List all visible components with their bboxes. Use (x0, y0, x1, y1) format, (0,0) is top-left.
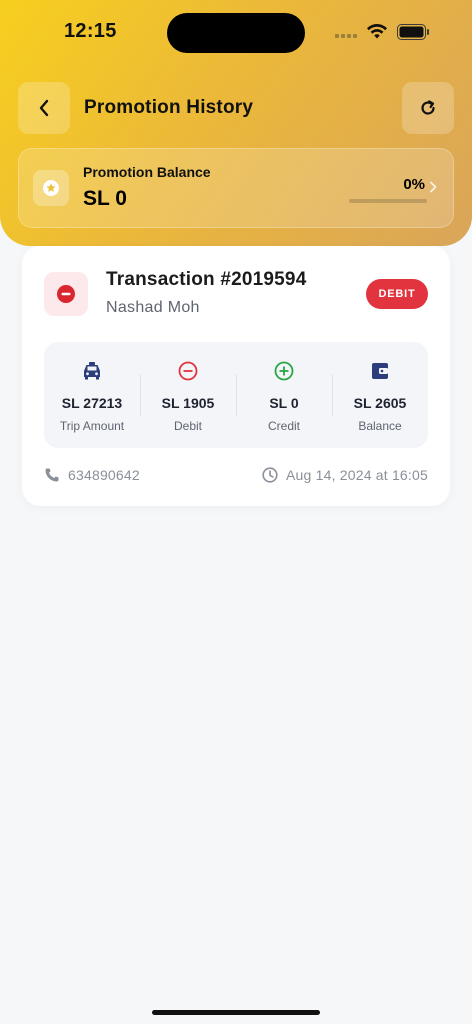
transaction-date: Aug 14, 2024 at 16:05 (262, 467, 428, 483)
stat-credit: SL 0 Credit (236, 342, 332, 448)
stat-value: SL 2605 (353, 395, 407, 411)
promotion-balance-card[interactable]: Promotion Balance SL 0 0% (18, 148, 454, 228)
star-icon (43, 180, 59, 196)
balance-percent: 0% (403, 176, 425, 193)
signal-icon (335, 34, 357, 38)
balance-value: SL 0 (83, 187, 127, 210)
stat-trip-amount: SL 27213 Trip Amount (44, 342, 140, 448)
wifi-icon (367, 23, 387, 39)
wallet-icon (372, 363, 388, 379)
clock-icon (262, 467, 278, 483)
status-badge: DEBIT (366, 279, 428, 309)
phone-icon (45, 468, 59, 482)
status-bar: 12:15 (0, 0, 472, 64)
balance-label: Promotion Balance (83, 164, 211, 180)
stat-label: Credit (267, 419, 300, 433)
taxi-icon (84, 362, 100, 380)
stat-label: Trip Amount (59, 419, 125, 433)
back-button[interactable] (18, 82, 70, 134)
dynamic-island (167, 13, 305, 53)
battery-icon (397, 24, 429, 40)
transaction-card[interactable]: Transaction #2019594 Nashad Moh DEBIT SL… (22, 246, 450, 506)
stat-value: SL 1905 (161, 395, 215, 411)
page-title: Promotion History (84, 97, 254, 118)
status-time: 12:15 (64, 20, 117, 42)
chevron-right-icon (430, 181, 437, 193)
transaction-footer: 634890642 Aug 14, 2024 at 16:05 (44, 467, 428, 487)
star-badge (33, 170, 69, 206)
transaction-stats: SL 27213 Trip Amount SL 1905 Debit SL 0 … (44, 342, 428, 448)
customer-name: Nashad Moh (106, 299, 200, 316)
transaction-title: Transaction #2019594 (106, 269, 307, 290)
stat-value: SL 0 (269, 395, 299, 411)
phone-number[interactable]: 634890642 (44, 467, 140, 483)
balance-progress-bar (349, 199, 427, 203)
stat-label: Balance (358, 419, 402, 433)
plus-circle-icon (274, 361, 294, 381)
home-indicator[interactable] (152, 1010, 320, 1015)
stat-debit: SL 1905 Debit (140, 342, 236, 448)
refresh-button[interactable] (402, 82, 454, 134)
refresh-icon (421, 100, 435, 115)
stat-value: SL 27213 (61, 395, 123, 411)
minus-circle-icon (57, 285, 75, 303)
stat-balance: SL 2605 Balance (332, 342, 428, 448)
minus-circle-icon (178, 361, 198, 381)
stat-label: Debit (173, 419, 202, 433)
debit-indicator (44, 272, 88, 316)
date-text: Aug 14, 2024 at 16:05 (286, 467, 428, 483)
header: 12:15 Promotion History Promotion Balanc… (0, 0, 472, 246)
phone-text: 634890642 (68, 467, 140, 483)
chevron-left-icon (39, 99, 49, 117)
